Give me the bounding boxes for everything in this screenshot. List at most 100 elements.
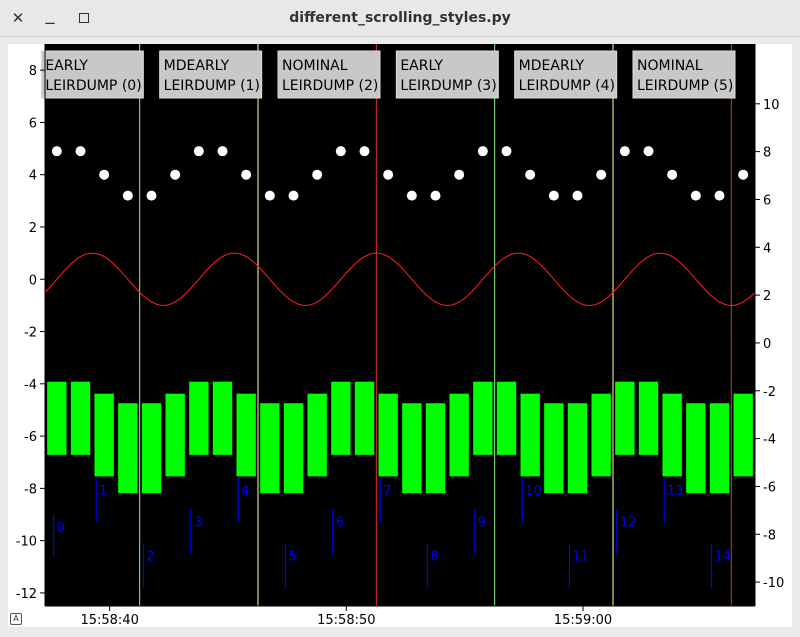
- plot-frame: 0 1 2 3 4 5 6 7 8 9 10 11 12 13 14 EARLY LEIRDUMP (0) MD…: [8, 44, 792, 628]
- dot-21: [548, 190, 559, 201]
- annotation-2: NOMINAL LEIRDUMP (2): [277, 50, 381, 99]
- autoscale-icon[interactable]: A: [10, 613, 22, 625]
- annotation-line1-0: EARLY: [45, 58, 88, 74]
- bar-17: [448, 392, 470, 478]
- dot-15: [406, 190, 417, 201]
- annotation-line2-4: LEIRDUMP (4): [519, 78, 615, 94]
- dot-7: [217, 146, 228, 157]
- dot-13: [359, 146, 370, 157]
- left-tick-label-8: 4: [29, 169, 37, 184]
- bar-11: [306, 392, 328, 478]
- bar-29: [732, 392, 754, 478]
- dot-8: [241, 169, 252, 180]
- dot-24: [619, 146, 630, 157]
- bar-20: [519, 392, 541, 478]
- dot-4: [146, 190, 157, 201]
- left-tick-label-0: -12: [16, 587, 37, 602]
- bar-13: [353, 380, 376, 456]
- bar-3: [117, 402, 139, 495]
- bar-21: [543, 402, 565, 495]
- right-tick-label-8: 6: [763, 193, 771, 208]
- dot-9: [264, 190, 275, 201]
- left-tick-label-1: -10: [16, 535, 37, 550]
- x-tick-label-1: 15:58:50: [317, 613, 375, 627]
- left-tick-label-6: 0: [29, 273, 37, 288]
- bar-2: [93, 392, 115, 478]
- window-title: different_scrolling_styles.py: [289, 10, 511, 26]
- left-tick-label-3: -6: [24, 430, 37, 445]
- right-tick-label-3: -4: [763, 433, 776, 448]
- annotation-5: NOMINAL LEIRDUMP (5): [632, 50, 736, 99]
- left-tick-label-10: 8: [29, 64, 37, 79]
- tick-marker-label-14: 14: [715, 549, 732, 564]
- annotation-line1-5: NOMINAL: [637, 58, 703, 74]
- dot-22: [572, 190, 583, 201]
- dot-23: [596, 169, 607, 180]
- dot-2: [99, 169, 110, 180]
- tick-marker-label-1: 1: [99, 484, 107, 499]
- annotation-line1-2: NOMINAL: [282, 58, 348, 74]
- bar-0: [46, 380, 68, 456]
- bar-25: [637, 380, 660, 456]
- bar-27: [685, 402, 707, 495]
- chart-svg[interactable]: 01234567891011121314 EARLYLEIRDUMP (0)MD…: [8, 44, 792, 628]
- bar-4: [140, 402, 163, 495]
- bar-7: [211, 380, 234, 456]
- dot-11: [312, 169, 323, 180]
- right-tick-label-9: 8: [763, 146, 771, 161]
- dot-26: [667, 169, 678, 180]
- tick-marker-label-9: 9: [478, 515, 486, 530]
- bar-5: [164, 392, 186, 478]
- annotation-0: EARLY LEIRDUMP (0): [40, 50, 144, 99]
- tick-marker-label-5: 5: [289, 549, 297, 564]
- tick-marker-label-6: 6: [336, 515, 344, 530]
- tick-marker-label-3: 3: [194, 515, 202, 530]
- left-tick-label-2: -8: [24, 482, 37, 497]
- dot-19: [501, 146, 512, 157]
- tick-marker-label-0: 0: [57, 521, 65, 536]
- dot-18: [477, 146, 488, 157]
- right-tick-label-1: -8: [763, 528, 776, 543]
- right-tick-label-7: 4: [763, 241, 771, 256]
- dot-6: [193, 146, 204, 157]
- bar-22: [566, 402, 589, 495]
- bar-24: [614, 380, 636, 456]
- dot-12: [335, 146, 346, 157]
- right-tick-label-10: 10: [763, 98, 780, 113]
- bar-14: [377, 392, 399, 478]
- x-tick-label-2: 15:59:00: [554, 613, 612, 627]
- dot-27: [690, 190, 701, 201]
- dot-28: [714, 190, 725, 201]
- annotation-1: MDEARLY LEIRDUMP (1): [159, 50, 263, 99]
- bar-9: [259, 402, 281, 495]
- tick-marker-label-4: 4: [241, 484, 249, 499]
- tick-marker-label-8: 8: [431, 549, 439, 564]
- annotation-line1-3: EARLY: [400, 58, 443, 74]
- annotation-4: MDEARLY LEIRDUMP (4): [514, 50, 618, 99]
- dot-3: [122, 190, 133, 201]
- dot-16: [430, 190, 441, 201]
- annotation-line2-3: LEIRDUMP (3): [400, 78, 496, 94]
- bar-1: [69, 380, 92, 456]
- dot-17: [454, 169, 465, 180]
- bar-8: [235, 392, 257, 478]
- left-tick-label-4: -4: [24, 378, 37, 393]
- bar-15: [401, 402, 423, 495]
- tick-marker-label-2: 2: [147, 549, 155, 564]
- window-titlebar: ✕ _ different_scrolling_styles.py: [0, 0, 800, 37]
- annotation-line2-0: LEIRDUMP (0): [45, 78, 141, 94]
- bar-10: [282, 402, 305, 495]
- tick-marker-label-12: 12: [620, 515, 637, 530]
- plot-background: [45, 44, 755, 606]
- tick-marker-label-11: 11: [573, 549, 590, 564]
- annotation-line1-4: MDEARLY: [519, 58, 585, 74]
- left-tick-label-7: 2: [29, 221, 37, 236]
- dot-20: [525, 169, 536, 180]
- bar-18: [472, 380, 494, 456]
- right-tick-label-6: 2: [763, 289, 771, 304]
- dot-25: [643, 146, 654, 157]
- annotation-3: EARLY LEIRDUMP (3): [395, 50, 499, 99]
- dot-0: [51, 146, 62, 157]
- right-tick-label-4: -2: [763, 385, 776, 400]
- bar-19: [495, 380, 518, 456]
